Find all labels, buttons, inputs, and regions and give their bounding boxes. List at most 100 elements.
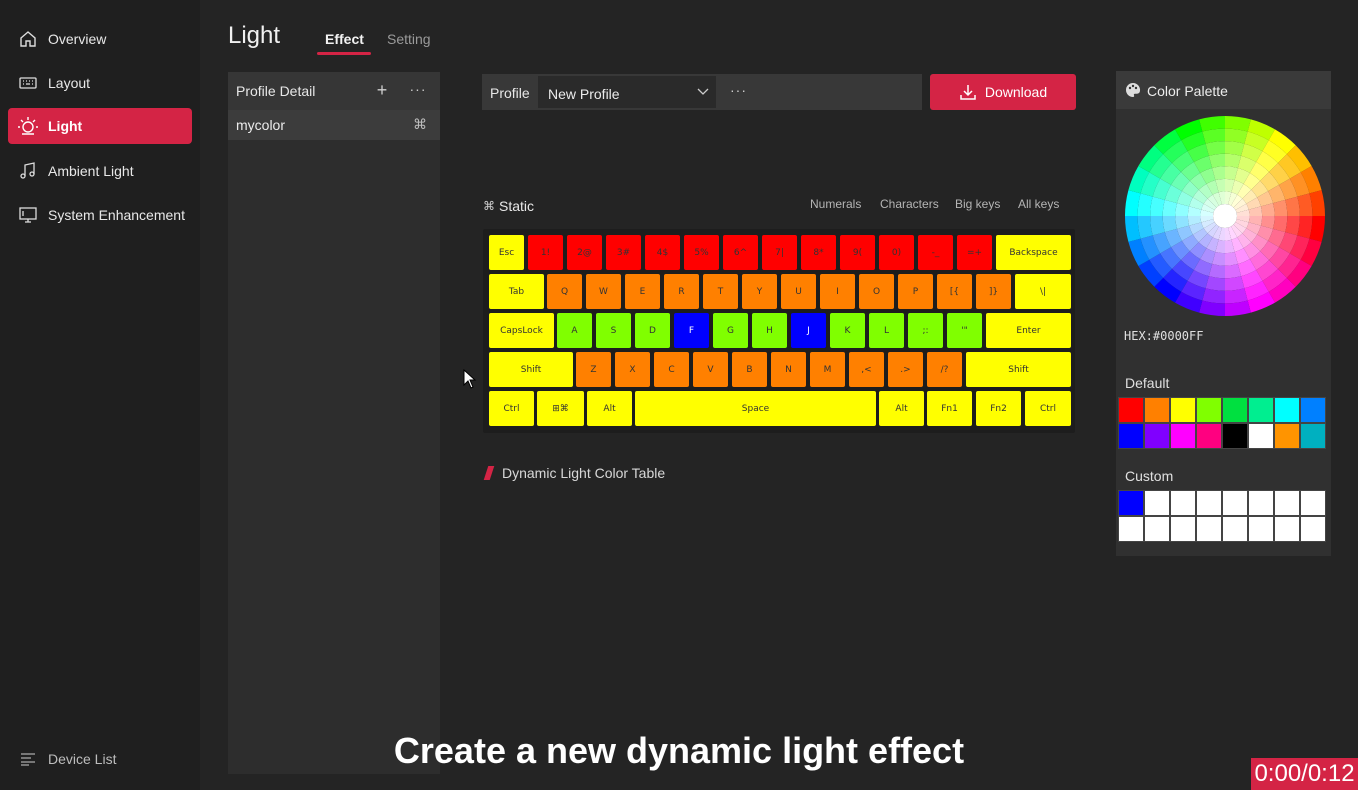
- key-2-10[interactable]: ;:: [908, 313, 943, 348]
- default-swatch-4[interactable]: [1222, 397, 1248, 423]
- custom-swatch-11[interactable]: [1196, 516, 1222, 542]
- filter-characters[interactable]: Characters: [880, 197, 939, 211]
- key-1-10[interactable]: P: [898, 274, 933, 309]
- custom-swatch-3[interactable]: [1196, 490, 1222, 516]
- key-4-4[interactable]: Alt: [879, 391, 924, 426]
- default-swatch-14[interactable]: [1274, 423, 1300, 449]
- key-4-1[interactable]: ⊞⌘: [537, 391, 584, 426]
- default-swatch-1[interactable]: [1144, 397, 1170, 423]
- color-wheel[interactable]: [1125, 116, 1325, 316]
- key-4-3[interactable]: Space: [635, 391, 876, 426]
- key-0-11[interactable]: -_: [918, 235, 953, 270]
- key-1-9[interactable]: O: [859, 274, 894, 309]
- profile-bar-more-button[interactable]: ···: [730, 82, 747, 98]
- download-button[interactable]: Download: [930, 74, 1076, 110]
- default-swatch-13[interactable]: [1248, 423, 1274, 449]
- key-4-0[interactable]: Ctrl: [489, 391, 534, 426]
- default-swatch-5[interactable]: [1248, 397, 1274, 423]
- key-3-11[interactable]: Shift: [966, 352, 1071, 387]
- key-2-2[interactable]: S: [596, 313, 631, 348]
- key-1-11[interactable]: [{: [937, 274, 972, 309]
- key-0-13[interactable]: Backspace: [996, 235, 1071, 270]
- key-1-7[interactable]: U: [781, 274, 816, 309]
- key-2-6[interactable]: H: [752, 313, 787, 348]
- custom-swatch-4[interactable]: [1222, 490, 1248, 516]
- key-0-7[interactable]: 7|: [762, 235, 797, 270]
- tab-effect[interactable]: Effect: [325, 31, 364, 47]
- key-2-4[interactable]: F: [674, 313, 709, 348]
- default-swatch-2[interactable]: [1170, 397, 1196, 423]
- key-0-1[interactable]: 1!: [528, 235, 563, 270]
- key-3-1[interactable]: Z: [576, 352, 611, 387]
- default-swatch-11[interactable]: [1196, 423, 1222, 449]
- key-0-3[interactable]: 3#: [606, 235, 641, 270]
- key-1-2[interactable]: W: [586, 274, 621, 309]
- profile-select[interactable]: New Profile: [538, 76, 716, 108]
- key-1-13[interactable]: \|: [1015, 274, 1071, 309]
- add-profile-button[interactable]: +: [372, 80, 392, 100]
- key-2-8[interactable]: K: [830, 313, 865, 348]
- sidebar-item-layout[interactable]: Layout: [8, 65, 192, 101]
- custom-swatch-5[interactable]: [1248, 490, 1274, 516]
- key-0-0[interactable]: Esc: [489, 235, 524, 270]
- custom-swatch-13[interactable]: [1248, 516, 1274, 542]
- default-swatch-8[interactable]: [1118, 423, 1144, 449]
- key-1-3[interactable]: E: [625, 274, 660, 309]
- key-3-4[interactable]: V: [693, 352, 728, 387]
- custom-swatch-0[interactable]: [1118, 490, 1144, 516]
- key-3-3[interactable]: C: [654, 352, 689, 387]
- key-2-1[interactable]: A: [557, 313, 592, 348]
- key-1-5[interactable]: T: [703, 274, 738, 309]
- key-4-7[interactable]: Ctrl: [1025, 391, 1071, 426]
- custom-swatch-14[interactable]: [1274, 516, 1300, 542]
- custom-swatch-9[interactable]: [1144, 516, 1170, 542]
- key-3-7[interactable]: M: [810, 352, 845, 387]
- key-1-0[interactable]: Tab: [489, 274, 544, 309]
- sidebar-item-light[interactable]: Light: [8, 108, 192, 144]
- custom-swatch-15[interactable]: [1300, 516, 1326, 542]
- key-1-1[interactable]: Q: [547, 274, 582, 309]
- key-0-10[interactable]: 0): [879, 235, 914, 270]
- default-swatch-0[interactable]: [1118, 397, 1144, 423]
- custom-swatch-6[interactable]: [1274, 490, 1300, 516]
- key-0-12[interactable]: =+: [957, 235, 992, 270]
- filter-big-keys[interactable]: Big keys: [955, 197, 1000, 211]
- key-2-11[interactable]: '": [947, 313, 982, 348]
- default-swatch-10[interactable]: [1170, 423, 1196, 449]
- custom-swatch-10[interactable]: [1170, 516, 1196, 542]
- custom-swatch-1[interactable]: [1144, 490, 1170, 516]
- default-swatch-9[interactable]: [1144, 423, 1170, 449]
- key-1-4[interactable]: R: [664, 274, 699, 309]
- key-1-6[interactable]: Y: [742, 274, 777, 309]
- key-4-5[interactable]: Fn1: [927, 391, 972, 426]
- sidebar-item-system-enhancement[interactable]: System Enhancement: [8, 197, 192, 233]
- key-3-8[interactable]: ,<: [849, 352, 884, 387]
- key-2-9[interactable]: L: [869, 313, 904, 348]
- sidebar-item-ambient-light[interactable]: Ambient Light: [8, 153, 192, 189]
- key-3-6[interactable]: N: [771, 352, 806, 387]
- key-2-0[interactable]: CapsLock: [489, 313, 554, 348]
- default-swatch-7[interactable]: [1300, 397, 1326, 423]
- key-0-8[interactable]: 8*: [801, 235, 836, 270]
- key-3-0[interactable]: Shift: [489, 352, 573, 387]
- custom-swatch-8[interactable]: [1118, 516, 1144, 542]
- key-3-10[interactable]: /?: [927, 352, 962, 387]
- key-3-5[interactable]: B: [732, 352, 767, 387]
- custom-swatch-12[interactable]: [1222, 516, 1248, 542]
- dynamic-light-color-table[interactable]: Dynamic Light Color Table: [483, 465, 665, 481]
- key-3-2[interactable]: X: [615, 352, 650, 387]
- sidebar-item-overview[interactable]: Overview: [8, 21, 192, 57]
- key-0-5[interactable]: 5%: [684, 235, 719, 270]
- key-2-3[interactable]: D: [635, 313, 670, 348]
- tab-setting[interactable]: Setting: [387, 31, 431, 47]
- custom-swatch-2[interactable]: [1170, 490, 1196, 516]
- key-2-5[interactable]: G: [713, 313, 748, 348]
- key-4-6[interactable]: Fn2: [976, 391, 1021, 426]
- key-1-12[interactable]: ]}: [976, 274, 1011, 309]
- filter-all-keys[interactable]: All keys: [1018, 197, 1059, 211]
- key-0-2[interactable]: 2@: [567, 235, 602, 270]
- key-1-8[interactable]: I: [820, 274, 855, 309]
- default-swatch-12[interactable]: [1222, 423, 1248, 449]
- key-0-6[interactable]: 6^: [723, 235, 758, 270]
- key-0-9[interactable]: 9(: [840, 235, 875, 270]
